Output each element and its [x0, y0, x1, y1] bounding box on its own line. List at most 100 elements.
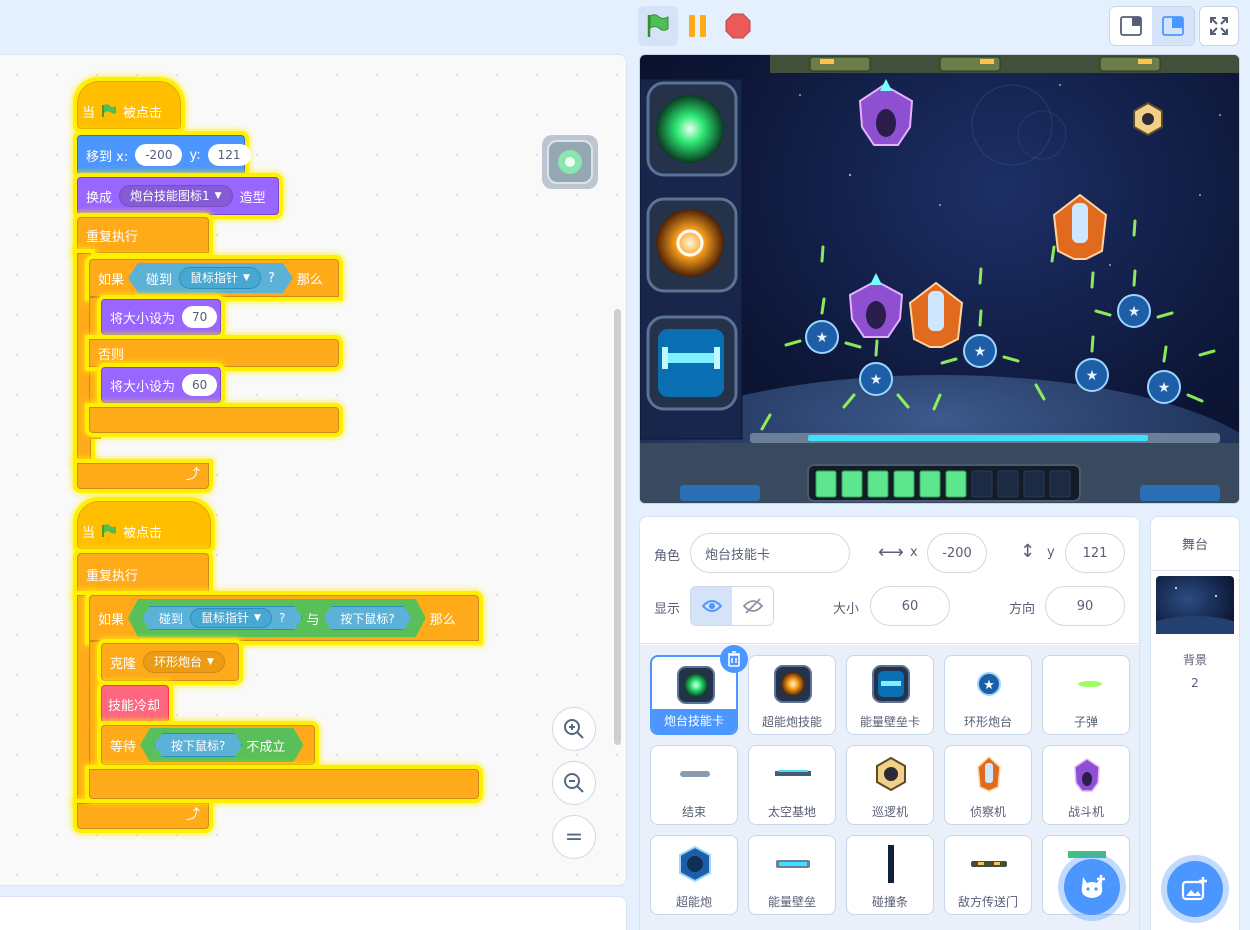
large-stage-button[interactable]	[1152, 7, 1194, 45]
sprite-name: 子弹	[1073, 715, 1098, 729]
fullscreen-button[interactable]	[1199, 6, 1239, 46]
if-else-block[interactable]: 如果 碰到 鼠标指针 ▼ ? 那么	[89, 259, 339, 297]
pause-button[interactable]	[682, 6, 714, 46]
sprite-tile[interactable]: 太空基地	[748, 745, 836, 825]
fighter-ship-icon	[1067, 754, 1107, 794]
forever-block-2[interactable]: 重复执行	[77, 553, 209, 595]
delete-sprite-button[interactable]	[720, 645, 748, 673]
energy-segment	[1049, 470, 1071, 498]
touching-value: 鼠标指针	[190, 271, 239, 285]
green-core-card-icon	[676, 665, 716, 705]
stop-button[interactable]	[720, 6, 756, 46]
sprite-tile[interactable]: 敌方传送门	[944, 835, 1032, 915]
sprite-tile[interactable]: 战斗机	[1042, 745, 1130, 825]
zoom-reset-button[interactable]: =	[552, 815, 596, 859]
create-clone-block[interactable]: 克隆 环形炮台 ▼	[101, 643, 239, 681]
green-flag-icon	[102, 524, 117, 537]
sprite-tile-skill-card[interactable]: 炮台技能卡	[650, 645, 748, 735]
svg-text:★: ★	[1128, 304, 1141, 320]
size-input-a[interactable]: 70	[182, 306, 218, 328]
sprite-name: 环形炮台	[963, 715, 1012, 729]
show-label: 显示	[654, 602, 681, 617]
skill-cooldown-block[interactable]: 技能冷却	[101, 685, 169, 723]
loop-arrow-icon: ⤴	[186, 807, 200, 823]
and-block[interactable]: 碰到 鼠标指针 ▼ ? 与 按下鼠标?	[128, 599, 426, 637]
svg-text:★: ★	[1086, 368, 1099, 384]
set-size-block-b[interactable]: 将大小设为 60	[101, 367, 221, 403]
set-size-block-a[interactable]: 将大小设为 70	[101, 299, 221, 335]
touching-dropdown[interactable]: 鼠标指针 ▼	[179, 267, 261, 289]
hide-button[interactable]	[732, 587, 773, 625]
y-input[interactable]: 121	[1065, 533, 1125, 573]
goto-xy-block[interactable]: 移到 x: -200 y: 121	[77, 135, 251, 175]
size-input-b[interactable]: 60	[182, 374, 218, 396]
sprite-name: 炮台技能卡	[652, 709, 736, 733]
small-stage-button[interactable]	[1110, 7, 1152, 45]
sprite-tile[interactable]: 巡逻机	[846, 745, 934, 825]
add-sprite-button[interactable]	[1064, 859, 1120, 915]
small-stage-icon	[1120, 16, 1142, 36]
zoom-out-button[interactable]	[552, 761, 596, 805]
sprite-name: 碰撞条	[871, 895, 908, 909]
switch-costume-block[interactable]: 换成 炮台技能图标1 ▼ 造型	[77, 177, 279, 215]
wait-until-block[interactable]: 等待 按下鼠标? 不成立	[101, 725, 315, 765]
sprite-tile[interactable]: 碰撞条	[846, 835, 934, 915]
patrol-ship-icon	[871, 754, 911, 794]
code-workspace[interactable]: 当 被点击 移到 x: -200 y: 121 换成 炮台技能图标1 ▼ 造型 重…	[0, 54, 627, 886]
energy-segment	[971, 470, 993, 498]
x-input[interactable]: -200	[927, 533, 987, 573]
energy-segment	[919, 470, 941, 498]
sprite-tile[interactable]: 结束	[650, 745, 738, 825]
if-block-2[interactable]: 如果 碰到 鼠标指针 ▼ ? 与 按下鼠标? 那么	[89, 595, 479, 641]
when-flag-clicked-hat[interactable]: 当 被点击	[77, 81, 181, 129]
sprite-name: 能量壁垒卡	[859, 715, 920, 729]
fullscreen-icon	[1210, 17, 1228, 35]
sprite-tile[interactable]: 侦察机	[944, 745, 1032, 825]
goto-x-input[interactable]: -200	[135, 144, 183, 166]
mouse-down-block[interactable]: 按下鼠标?	[323, 606, 411, 630]
costume-label: 换成	[86, 190, 113, 206]
green-flag-button[interactable]	[638, 6, 678, 46]
chevron-down-icon: ▼	[207, 657, 214, 667]
sprite-name-input[interactable]: 炮台技能卡	[690, 533, 850, 573]
touching-block[interactable]: 碰到 鼠标指针 ▼ ?	[142, 606, 302, 630]
pause-icon	[689, 15, 706, 37]
when-flag-clicked-hat-2[interactable]: 当 被点击	[77, 501, 211, 549]
direction-input[interactable]: 90	[1045, 586, 1125, 626]
sprite-tile[interactable]: 超能炮	[650, 835, 738, 915]
svg-text:★: ★	[974, 344, 987, 360]
goto-y-input[interactable]: 121	[207, 144, 251, 166]
set-size-label: 将大小设为	[110, 379, 176, 395]
touching-block[interactable]: 碰到 鼠标指针 ▼ ?	[128, 263, 293, 293]
add-backdrop-button[interactable]	[1167, 861, 1223, 917]
costume-dropdown[interactable]: 炮台技能图标1 ▼	[119, 185, 233, 207]
forever-block[interactable]: 重复执行	[77, 217, 209, 253]
stage-target-panel[interactable]: 舞台 背景 2	[1135, 516, 1250, 930]
zoom-in-button[interactable]	[552, 707, 596, 751]
stage-canvas[interactable]: ★ ★ ★ ★ ★ ★	[639, 54, 1240, 504]
y-label: y	[1047, 545, 1055, 560]
forever-footer-2: ⤴	[77, 803, 209, 829]
sprite-tile[interactable]: ★ 环形炮台	[944, 655, 1032, 735]
code-area-bottom	[0, 896, 627, 930]
sprite-tile[interactable]: 能量壁垒卡	[846, 655, 934, 735]
chevron-down-icon: ▼	[254, 613, 261, 623]
sprite-tile[interactable]: 能量壁垒	[748, 835, 836, 915]
size-input[interactable]: 60	[870, 586, 950, 626]
touching-dropdown[interactable]: 鼠标指针 ▼	[190, 608, 272, 628]
show-button[interactable]	[691, 587, 732, 625]
mouse-down-block[interactable]: 按下鼠标?	[154, 733, 242, 757]
sprite-panel: 角色 炮台技能卡 ⟷ x -200 ↕ y 121 显示 大小 60 方向 90…	[639, 516, 1140, 930]
clone-dropdown[interactable]: 环形炮台 ▼	[143, 651, 225, 673]
vertical-scrollbar[interactable]	[614, 309, 621, 745]
costume-suffix: 造型	[239, 190, 266, 206]
energy-segment	[997, 470, 1019, 498]
sprite-tile[interactable]: 子弹	[1042, 655, 1130, 735]
green-flag-icon	[102, 104, 117, 117]
costume-value: 炮台技能图标1	[130, 189, 210, 203]
energy-segment	[867, 470, 889, 498]
sprite-tile[interactable]: 超能炮技能	[748, 655, 836, 735]
backdrop-thumbnail[interactable]	[1135, 576, 1250, 660]
sprite-name: 巡逻机	[871, 805, 908, 819]
not-block[interactable]: 按下鼠标? 不成立	[140, 728, 303, 762]
